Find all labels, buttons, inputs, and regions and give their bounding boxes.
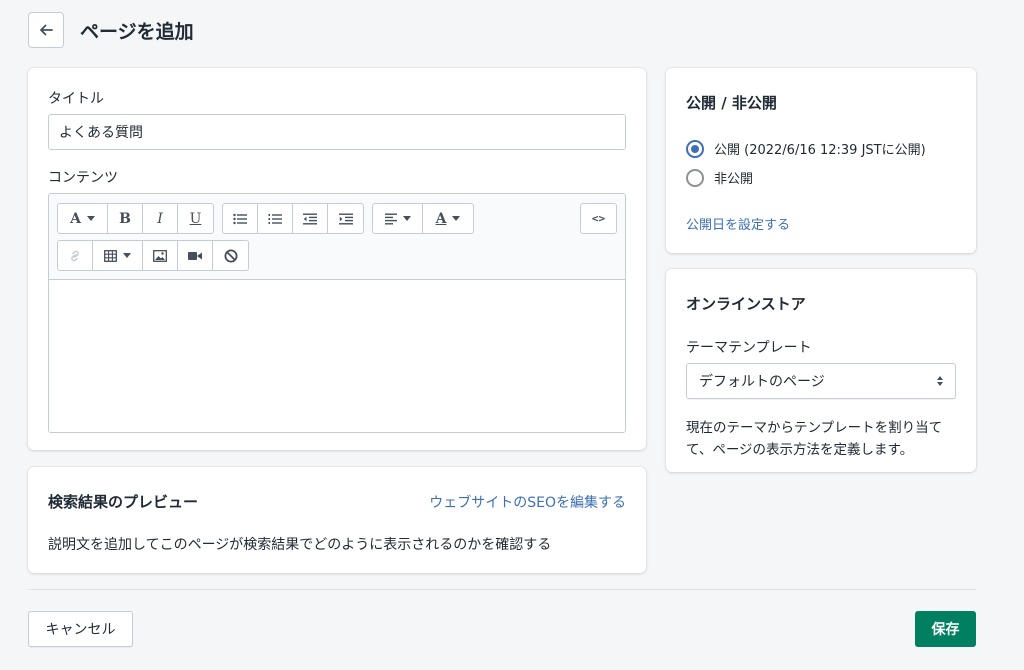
outdent-button[interactable] xyxy=(293,204,328,233)
image-icon xyxy=(153,249,167,262)
bullet-list-button[interactable] xyxy=(223,204,258,233)
edit-seo-link[interactable]: ウェブサイトのSEOを編集する xyxy=(429,492,626,512)
video-icon xyxy=(188,251,202,260)
toolbar-group-lists xyxy=(222,203,364,234)
indent-button[interactable] xyxy=(328,204,363,233)
text-color-button[interactable]: A xyxy=(423,204,473,233)
editor-toolbar: A B I U A <> xyxy=(49,194,625,280)
rich-text-editor: A B I U A <> xyxy=(48,193,626,433)
toolbar-group-align: A xyxy=(372,203,474,234)
chevron-down-icon xyxy=(452,216,461,221)
page-content-card: タイトル コンテンツ A B I U xyxy=(28,68,646,450)
seo-preview-card: 検索結果のプレビュー ウェブサイトのSEOを編集する 説明文を追加してこのページ… xyxy=(28,467,646,573)
numbered-list-icon xyxy=(268,213,282,224)
underline-icon: U xyxy=(189,210,202,227)
video-button[interactable] xyxy=(178,241,213,270)
align-left-icon xyxy=(384,213,397,224)
editor-content-area[interactable] xyxy=(49,280,625,432)
online-store-title: オンラインストア xyxy=(686,295,806,313)
clear-format-icon xyxy=(224,249,237,262)
chevron-down-icon xyxy=(402,216,411,221)
bold-button[interactable]: B xyxy=(108,204,143,233)
cancel-button[interactable]: キャンセル xyxy=(28,611,133,647)
theme-template-help: 現在のテーマからテンプレートを割り当てて、ページの表示方法を定義します。 xyxy=(686,420,943,458)
title-label: タイトル xyxy=(48,91,104,107)
table-icon xyxy=(104,249,117,262)
numbered-list-button[interactable] xyxy=(258,204,293,233)
seo-preview-description: 説明文を追加してこのページが検索結果でどのように表示されるのかを確認する xyxy=(48,537,552,553)
visibility-option-visible-label: 公開 (2022/6/16 12:39 JSTに公開) xyxy=(714,143,926,158)
toolbar-group-format: A B I U xyxy=(57,203,214,234)
image-button[interactable] xyxy=(143,241,178,270)
toolbar-group-html: <> xyxy=(580,203,617,234)
radio-visible[interactable] xyxy=(686,139,704,158)
page-header: ページを追加 xyxy=(28,12,194,48)
bold-icon: B xyxy=(119,210,131,227)
toolbar-group-insert xyxy=(57,240,249,271)
back-button[interactable] xyxy=(28,12,64,48)
text-style-icon: A xyxy=(70,210,81,227)
page-title: ページを追加 xyxy=(80,20,194,43)
bullet-list-icon xyxy=(233,213,247,224)
indent-icon xyxy=(338,213,353,224)
text-style-button[interactable]: A xyxy=(58,204,108,233)
html-view-button[interactable]: <> xyxy=(581,204,616,233)
link-icon xyxy=(71,250,79,261)
radio-hidden[interactable] xyxy=(686,168,704,187)
italic-button[interactable]: I xyxy=(143,204,178,233)
online-store-card: オンラインストア テーマテンプレート デフォルトのページ 現在のテーマからテンプ… xyxy=(666,269,976,472)
theme-template-value: デフォルトのページ xyxy=(699,374,825,390)
outdent-icon xyxy=(303,213,317,224)
clear-format-button[interactable] xyxy=(213,241,248,270)
align-button[interactable] xyxy=(373,204,423,233)
chevron-down-icon xyxy=(86,216,95,221)
footer-divider xyxy=(28,589,976,590)
visibility-option-hidden[interactable]: 非公開 xyxy=(686,168,956,187)
link-button[interactable] xyxy=(58,241,93,270)
table-button[interactable] xyxy=(93,241,143,270)
title-input[interactable] xyxy=(48,114,626,150)
chevron-down-icon xyxy=(123,253,131,258)
visibility-title: 公開 / 非公開 xyxy=(686,94,777,112)
seo-preview-title: 検索結果のプレビュー xyxy=(48,493,199,511)
content-label: コンテンツ xyxy=(48,170,118,186)
visibility-option-visible[interactable]: 公開 (2022/6/16 12:39 JSTに公開) xyxy=(686,139,956,158)
save-button[interactable]: 保存 xyxy=(915,611,976,647)
visibility-option-hidden-label: 非公開 xyxy=(714,172,754,187)
select-arrows-icon xyxy=(937,376,943,386)
set-publish-date-link[interactable]: 公開日を設定する xyxy=(686,214,956,233)
italic-icon: I xyxy=(157,210,163,227)
theme-template-select[interactable]: デフォルトのページ xyxy=(686,363,956,399)
visibility-card: 公開 / 非公開 公開 (2022/6/16 12:39 JSTに公開) 非公開… xyxy=(666,68,976,253)
text-color-icon: A xyxy=(435,210,447,227)
theme-template-label: テーマテンプレート xyxy=(686,340,812,356)
underline-button[interactable]: U xyxy=(178,204,213,233)
arrow-left-icon xyxy=(40,24,53,36)
